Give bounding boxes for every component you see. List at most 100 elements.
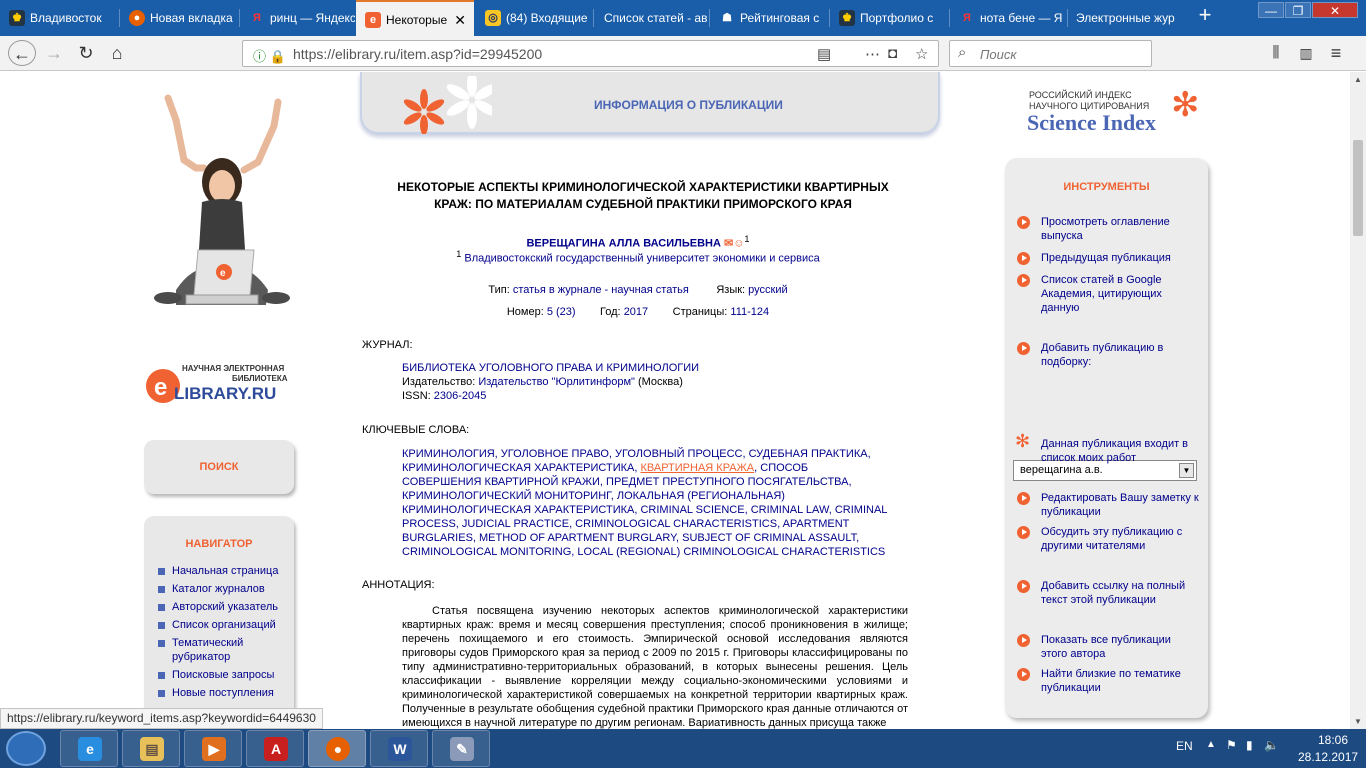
tool-my-works[interactable]: ✻ Данная публикация входит в список моих … xyxy=(1015,431,1200,465)
nav-new-arrivals[interactable]: Новые поступления xyxy=(158,686,278,700)
issue-link[interactable]: 5 (23) xyxy=(547,306,576,318)
author-link[interactable]: ВЕРЕЩАГИНА АЛЛА ВАСИЛЬЕВНА xyxy=(526,238,720,250)
sidebar-icon[interactable]: ▥ xyxy=(1292,40,1320,66)
journal-link[interactable]: БИБЛИОТЕКА УГОЛОВНОГО ПРАВА И КРИМИНОЛОГ… xyxy=(402,362,699,374)
firefox-icon: ● xyxy=(129,10,145,26)
taskbar-media-player[interactable]: ▶ xyxy=(184,730,242,767)
network-icon[interactable]: ▮ xyxy=(1246,738,1253,752)
scroll-up-icon[interactable]: ▲ xyxy=(1350,75,1366,84)
flower-decoration-icon xyxy=(403,76,492,134)
lock-icon[interactable]: ⓘ 🔒 xyxy=(253,46,286,65)
new-tab-button[interactable]: + xyxy=(1190,2,1220,28)
arrow-bullet-icon xyxy=(1017,668,1030,681)
folder-icon: ▤ xyxy=(140,737,164,761)
menu-icon[interactable]: ≡ xyxy=(1322,40,1350,66)
taskbar-ie[interactable]: e xyxy=(60,730,118,767)
asterisk-icon: ✻ xyxy=(1171,86,1200,124)
tab-nota-bene[interactable]: Я нота бене — Я xyxy=(950,0,1066,36)
taskbar-paint[interactable]: ✎ xyxy=(432,730,490,767)
language-indicator[interactable]: EN xyxy=(1176,739,1193,753)
tab-new[interactable]: ● Новая вкладка xyxy=(120,0,238,36)
search-icon: ⌕ xyxy=(958,44,967,61)
forward-button[interactable]: → xyxy=(40,40,68,66)
keywords-block: КРИМИНОЛОГИЯ, УГОЛОВНОЕ ПРАВО, УГОЛОВНЫЙ… xyxy=(402,447,888,559)
tool-add-fulltext-link[interactable]: Добавить ссылку на полный текст этой пуб… xyxy=(1015,579,1200,607)
flag-icon[interactable]: ⚑ xyxy=(1226,738,1237,752)
publisher-link[interactable]: Издательство "Юрлитинформ" xyxy=(478,376,635,388)
minimize-button[interactable]: — xyxy=(1258,2,1284,18)
scrollbar-thumb[interactable] xyxy=(1353,140,1363,236)
info-header-title: ИНФОРМАЦИЯ О ПУБЛИКАЦИИ xyxy=(594,98,783,112)
maximize-button[interactable]: ❐ xyxy=(1285,2,1311,18)
reader-view-icon[interactable]: ▤ xyxy=(817,45,831,63)
tool-view-toc[interactable]: Просмотреть оглавление выпуска xyxy=(1015,215,1200,243)
search-input[interactable]: ⌕ Поиск xyxy=(949,40,1152,67)
article-title: НЕКОТОРЫЕ АСПЕКТЫ КРИМИНОЛОГИЧЕСКОЙ ХАРА… xyxy=(397,180,889,211)
person-icon[interactable]: ☺ xyxy=(733,238,744,250)
keyword-link-hovered[interactable]: КВАРТИРНАЯ КРАЖА xyxy=(640,462,754,474)
email-icon[interactable]: ✉ xyxy=(724,238,733,250)
nav-author-index[interactable]: Авторский указатель xyxy=(158,600,278,614)
asterisk-icon: ✻ xyxy=(1015,431,1031,451)
volume-icon[interactable]: 🔈 xyxy=(1264,738,1279,752)
taskbar-acrobat[interactable]: A xyxy=(246,730,304,767)
tab-article-list[interactable]: Список статей - ав xyxy=(594,0,708,36)
address-bar[interactable]: ⓘ 🔒 https://elibrary.ru/item.asp?id=2994… xyxy=(242,40,939,67)
tool-edit-note[interactable]: Редактировать Вашу заметку к публикации xyxy=(1015,491,1200,519)
nav-search-queries[interactable]: Поисковые запросы xyxy=(158,668,278,682)
affiliation-line: 1 Владивостокский государственный универ… xyxy=(456,249,820,265)
journal-block: БИБЛИОТЕКА УГОЛОВНОГО ПРАВА И КРИМИНОЛОГ… xyxy=(402,362,700,402)
tab-active-article[interactable]: e Некоторые ✕ xyxy=(356,0,474,36)
elibrary-logo[interactable]: e НАУЧНАЯ ЭЛЕКТРОННАЯ БИБЛИОТЕКА LIBRARY… xyxy=(144,362,299,412)
close-tab-icon[interactable]: ✕ xyxy=(454,2,466,36)
issue-line: Номер: 5 (23) Год: 2017 Страницы: 111-12… xyxy=(506,306,770,318)
nav-journal-catalog[interactable]: Каталог журналов xyxy=(158,582,278,596)
tool-add-to-collection[interactable]: Добавить публикацию в подборку: xyxy=(1015,341,1200,369)
tab-inbox[interactable]: ◎ (84) Входящие xyxy=(476,0,592,36)
back-button[interactable]: ← xyxy=(8,40,36,66)
tab-portfolio[interactable]: ♚ Портфолио с xyxy=(830,0,948,36)
mascot-girl-image: e xyxy=(154,94,290,305)
bookmark-star-icon[interactable]: ☆ xyxy=(915,45,928,63)
tray-arrow-icon[interactable]: ▲ xyxy=(1206,739,1216,750)
tool-google-scholar[interactable]: Список статей в Google Академия, цитирую… xyxy=(1015,273,1200,315)
more-actions-icon[interactable]: ⋯ xyxy=(865,45,880,63)
nav-home[interactable]: Начальная страница xyxy=(158,564,278,578)
internet-explorer-icon: e xyxy=(78,737,102,761)
tool-discuss[interactable]: Обсудить эту публикацию с другими читате… xyxy=(1015,525,1200,553)
home-button[interactable]: ⌂ xyxy=(103,40,131,66)
taskbar-explorer[interactable]: ▤ xyxy=(122,730,180,767)
tab-vladivostok[interactable]: ♚ Владивосток xyxy=(0,0,118,36)
keyword-links-more[interactable]: , СПОСОБ СОВЕРШЕНИЯ КВАРТИРНОЙ КРАЖИ, ПР… xyxy=(402,462,887,558)
arrow-bullet-icon xyxy=(1017,526,1030,539)
clock-time[interactable]: 18:06 xyxy=(1318,733,1348,747)
chevron-down-icon[interactable]: ▼ xyxy=(1179,463,1194,478)
arrow-bullet-icon xyxy=(1017,274,1030,287)
tab-rating[interactable]: ☗ Рейтинговая с xyxy=(710,0,828,36)
start-button[interactable] xyxy=(6,731,46,766)
taskbar-firefox[interactable]: ● xyxy=(308,730,366,767)
tool-similar-publications[interactable]: Найти близкие по тематике публикации xyxy=(1015,667,1200,695)
tool-previous-publication[interactable]: Предыдущая публикация xyxy=(1015,251,1200,265)
scroll-down-icon[interactable]: ▼ xyxy=(1350,717,1366,726)
taskbar-word[interactable]: W xyxy=(370,730,428,767)
tab-yandex-rinc[interactable]: Я ринц — Яндекс xyxy=(240,0,355,36)
svg-text:e: e xyxy=(154,374,167,401)
vertical-scrollbar[interactable]: ▲ ▼ xyxy=(1350,72,1366,729)
nav-rubricator[interactable]: Тематический рубрикатор xyxy=(158,636,248,664)
info-header-panel: ИНФОРМАЦИЯ О ПУБЛИКАЦИИ xyxy=(360,72,940,134)
library-icon[interactable]: ⫼ xyxy=(1262,40,1290,66)
affiliation-link[interactable]: Владивостокский государственный универси… xyxy=(464,253,819,265)
science-index-logo[interactable]: РОССИЙСКИЙ ИНДЕКС НАУЧНОГО ЦИТИРОВАНИЯ S… xyxy=(1027,88,1202,142)
search-panel[interactable]: ПОИСК xyxy=(144,440,294,494)
status-bar: https://elibrary.ru/keyword_items.asp?ke… xyxy=(0,708,323,729)
reload-button[interactable]: ↻ xyxy=(72,40,100,66)
pocket-icon[interactable]: ◘ xyxy=(888,45,897,62)
tab-e-journals[interactable]: Электронные жур xyxy=(1068,0,1186,36)
tool-author-publications[interactable]: Показать все публикации этого автора xyxy=(1015,633,1200,661)
close-window-button[interactable]: ✕ xyxy=(1312,2,1358,18)
navigator-list: Начальная страница Каталог журналов Авто… xyxy=(158,564,278,704)
nav-organizations[interactable]: Список организаций xyxy=(158,618,278,632)
clock-date[interactable]: 28.12.2017 xyxy=(1298,750,1358,764)
search-link[interactable]: ПОИСК xyxy=(144,461,294,473)
